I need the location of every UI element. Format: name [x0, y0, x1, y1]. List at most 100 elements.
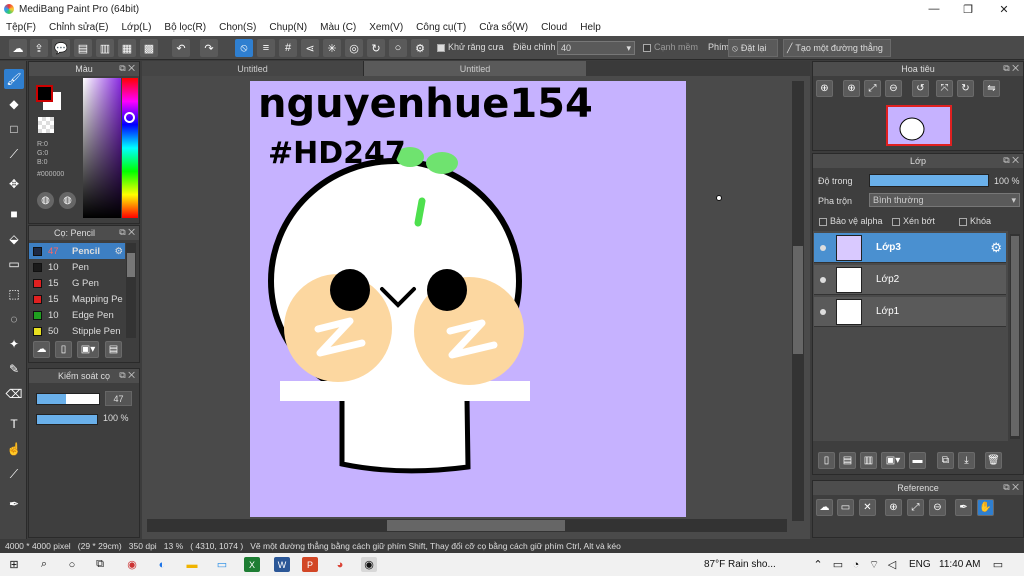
- medibang-icon[interactable]: ◉: [361, 557, 377, 572]
- new-layer-icon[interactable]: ▯: [818, 452, 835, 469]
- snap-settings-icon[interactable]: ⚙: [411, 39, 429, 57]
- flip-icon[interactable]: ⇋: [983, 80, 1000, 97]
- visibility-icon[interactable]: [820, 276, 826, 283]
- powerpoint-icon[interactable]: P: [302, 557, 318, 572]
- brush-item-pencil[interactable]: 47 Pencil ⚙: [29, 243, 125, 259]
- operation-tool-icon[interactable]: ☝: [4, 439, 24, 459]
- layer-item-3[interactable]: Lớp3 ⚙: [814, 233, 1006, 263]
- hand-icon[interactable]: ✋: [977, 499, 994, 516]
- menu-view[interactable]: Xem(V): [369, 22, 403, 33]
- tab-untitled-2[interactable]: Untitled: [364, 61, 586, 76]
- monitor-app-icon[interactable]: ▭: [214, 557, 230, 572]
- brush-new-icon[interactable]: ▯: [55, 341, 72, 358]
- panel-controls-icon[interactable]: ⧉ ✕: [1003, 482, 1019, 493]
- canvas[interactable]: nguyenhue154 #HD247: [250, 81, 686, 517]
- brush-cloud-icon[interactable]: ☁: [33, 341, 50, 358]
- reset-button[interactable]: ⦸ Đặt lại: [728, 39, 778, 57]
- vanishing-snap-icon[interactable]: ⋖: [301, 39, 319, 57]
- horizontal-scrollbar[interactable]: [147, 519, 787, 532]
- open-folder-icon[interactable]: ▭: [837, 499, 854, 516]
- menu-color[interactable]: Màu (C): [320, 22, 356, 33]
- file-explorer-icon[interactable]: ▬: [184, 557, 200, 572]
- transparent-color-icon[interactable]: [38, 117, 54, 133]
- excel-icon[interactable]: X: [244, 557, 260, 572]
- cloud-icon[interactable]: ☁: [816, 499, 833, 516]
- eraser-tool-icon[interactable]: ◆: [4, 94, 24, 114]
- zoom-in-icon[interactable]: ⊕: [816, 80, 833, 97]
- word-icon[interactable]: W: [274, 557, 290, 572]
- antialias-checkbox[interactable]: Khử răng cưa: [437, 42, 504, 52]
- page-icon[interactable]: ▥: [96, 39, 114, 57]
- rotate-left-icon[interactable]: ↺: [912, 80, 929, 97]
- menu-snap[interactable]: Chụp(N): [269, 22, 307, 33]
- panel-controls-icon[interactable]: ⧉ ✕: [119, 227, 135, 238]
- grid-layout-icon[interactable]: ▩: [140, 39, 158, 57]
- primary-color[interactable]: [36, 85, 53, 102]
- panel-controls-icon[interactable]: ⧉ ✕: [119, 63, 135, 74]
- menu-cloud[interactable]: Cloud: [541, 22, 567, 33]
- visibility-icon[interactable]: [820, 244, 826, 251]
- menu-layer[interactable]: Lớp(L): [122, 22, 152, 33]
- chrome-icon[interactable]: ◕: [332, 557, 348, 572]
- panel-controls-icon[interactable]: ⧉ ✕: [1003, 155, 1019, 166]
- select-pen-tool-icon[interactable]: ✎: [4, 359, 24, 379]
- upload-icon[interactable]: ⇪: [30, 39, 48, 57]
- layer-list-scrollbar[interactable]: [1010, 234, 1020, 439]
- layer-opacity-slider[interactable]: [869, 174, 989, 187]
- brush-item-edge-pen[interactable]: 10 Edge Pen: [29, 307, 125, 323]
- snap-off-icon[interactable]: ⦸: [235, 39, 253, 57]
- zoom-out-icon[interactable]: ⊖: [929, 499, 946, 516]
- notification-icon[interactable]: ▭: [990, 557, 1006, 572]
- correction-select[interactable]: 40 ▾: [557, 41, 635, 55]
- reset-view-icon[interactable]: ⤧: [936, 80, 953, 97]
- maximize-button[interactable]: ❐: [950, 0, 986, 18]
- brush-size-slider[interactable]: [36, 393, 100, 405]
- zoom-in-icon[interactable]: ⊕: [885, 499, 902, 516]
- zoom-out-icon[interactable]: ⊖: [885, 80, 902, 97]
- palette-icon[interactable]: ◍: [37, 192, 54, 209]
- brush-opacity-slider[interactable]: [36, 414, 98, 425]
- magic-wand-tool-icon[interactable]: ✦: [4, 334, 24, 354]
- horizontal-scrollbar-thumb[interactable]: [387, 520, 565, 531]
- fit-icon[interactable]: ⤢: [864, 80, 881, 97]
- new-8bit-layer-icon[interactable]: ▥: [860, 452, 877, 469]
- move-tool-icon[interactable]: ✥: [4, 174, 24, 194]
- new-halftone-layer-icon[interactable]: ▤: [839, 452, 856, 469]
- panel-controls-icon[interactable]: ⧉ ✕: [119, 370, 135, 381]
- menu-filter[interactable]: Bộ lọc(R): [164, 22, 206, 33]
- close-button[interactable]: ✕: [986, 0, 1022, 18]
- layer-item-1[interactable]: Lớp1: [814, 297, 1006, 327]
- select-rect-tool-icon[interactable]: ⬚: [4, 284, 24, 304]
- language-indicator[interactable]: ENG: [909, 559, 931, 570]
- cortana-icon[interactable]: ○: [64, 557, 80, 572]
- minimize-button[interactable]: —: [916, 0, 952, 18]
- protect-alpha-checkbox[interactable]: Bảo vệ alpha: [819, 216, 883, 226]
- curve-snap-icon[interactable]: ↻: [367, 39, 385, 57]
- straight-line-button[interactable]: ╱ Tạo một đường thẳng: [783, 39, 891, 57]
- gear-icon[interactable]: ⚙: [114, 246, 123, 257]
- lock-checkbox[interactable]: Khóa: [959, 216, 991, 226]
- wifi-icon[interactable]: ⌔: [866, 557, 882, 572]
- redo-icon[interactable]: ↷: [200, 39, 218, 57]
- parallel-snap-icon[interactable]: ≡: [257, 39, 275, 57]
- duplicate-layer-icon[interactable]: ⧉: [937, 452, 954, 469]
- divide-tool-icon[interactable]: ⟋: [4, 464, 24, 484]
- menu-select[interactable]: Chọn(S): [219, 22, 256, 33]
- brush-add-icon[interactable]: ▣▾: [77, 341, 99, 358]
- text-tool-icon[interactable]: T: [4, 414, 24, 434]
- brush-properties-icon[interactable]: ▤: [105, 341, 122, 358]
- speech-bubble-icon[interactable]: 💬: [52, 39, 70, 57]
- vertical-scrollbar-thumb[interactable]: [793, 246, 803, 354]
- radial-snap-icon[interactable]: ✳: [323, 39, 341, 57]
- fit-icon[interactable]: ⤢: [907, 499, 924, 516]
- menu-window[interactable]: Cửa sổ(W): [479, 22, 528, 33]
- network-icon[interactable]: ◔: [848, 557, 864, 572]
- windows-start-icon[interactable]: ⊞: [6, 557, 22, 572]
- vertical-scrollbar[interactable]: [792, 81, 804, 521]
- gear-icon[interactable]: ⚙: [990, 240, 1002, 256]
- chevron-up-icon[interactable]: ⌃: [810, 557, 826, 572]
- menu-edit[interactable]: Chỉnh sửa(E): [49, 22, 109, 33]
- clipping-checkbox[interactable]: Xén bớt: [892, 216, 935, 226]
- battery-icon[interactable]: ▭: [830, 557, 846, 572]
- task-view-icon[interactable]: ⧉: [92, 557, 108, 572]
